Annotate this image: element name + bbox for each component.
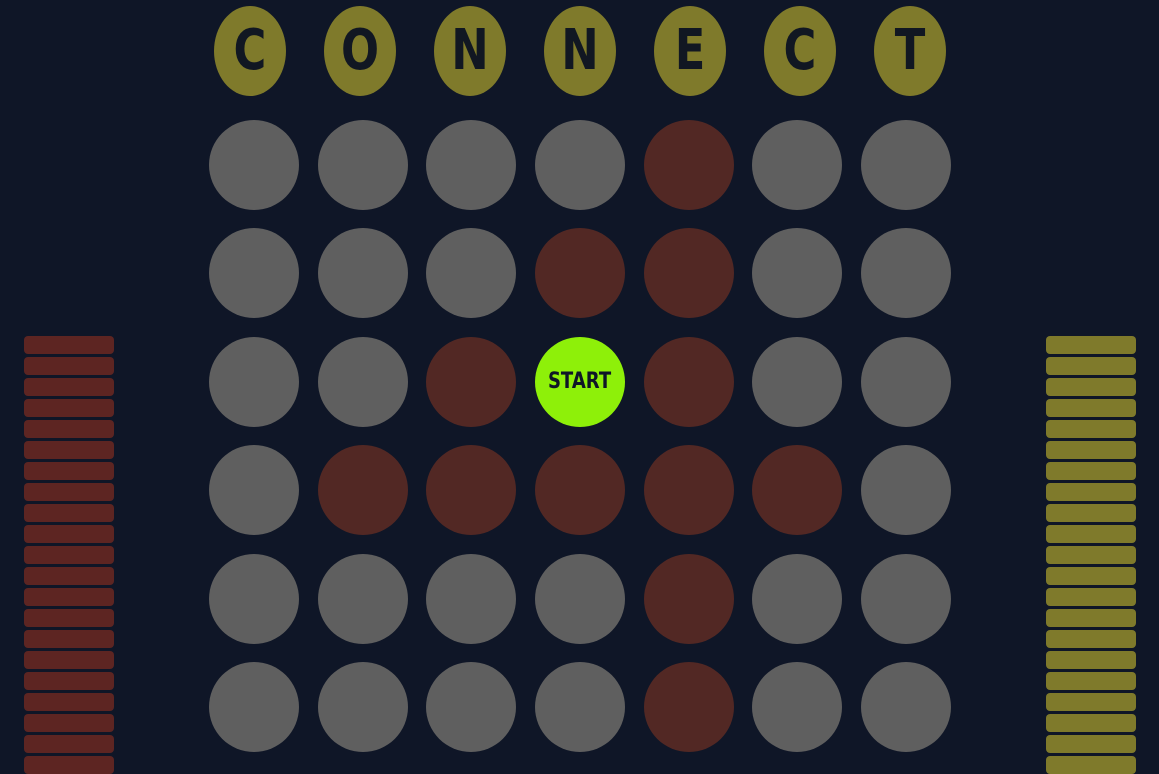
empty-cell[interactable] bbox=[317, 336, 408, 427]
red-stack-disc bbox=[24, 609, 114, 627]
empty-cell[interactable] bbox=[209, 120, 299, 210]
title-letter: O bbox=[324, 6, 396, 96]
red-disc-cell[interactable] bbox=[643, 661, 734, 752]
empty-cell[interactable] bbox=[860, 661, 951, 752]
red-stack-disc bbox=[24, 336, 114, 354]
empty-cell[interactable] bbox=[209, 661, 299, 752]
red-stack-disc bbox=[24, 651, 114, 669]
red-disc-cell[interactable] bbox=[643, 228, 734, 319]
empty-cell[interactable] bbox=[317, 553, 408, 644]
title-row: CONNECT bbox=[205, 6, 955, 96]
yellow-stack-disc bbox=[1046, 483, 1136, 501]
empty-cell[interactable] bbox=[752, 661, 843, 752]
red-disc-cell[interactable] bbox=[643, 120, 734, 210]
red-stack-disc bbox=[24, 399, 114, 417]
title-letter: N bbox=[544, 6, 616, 96]
empty-cell[interactable] bbox=[317, 120, 408, 210]
red-stack-disc bbox=[24, 735, 114, 753]
yellow-stack-disc bbox=[1046, 504, 1136, 522]
yellow-stack-disc bbox=[1046, 462, 1136, 480]
yellow-stack-disc bbox=[1046, 525, 1136, 543]
yellow-stack-disc bbox=[1046, 546, 1136, 564]
yellow-stack-disc bbox=[1046, 609, 1136, 627]
yellow-stack-disc bbox=[1046, 399, 1136, 417]
yellow-stack-disc bbox=[1046, 630, 1136, 648]
yellow-stack-disc bbox=[1046, 441, 1136, 459]
empty-cell[interactable] bbox=[426, 661, 517, 752]
red-disc-cell[interactable] bbox=[643, 445, 734, 536]
title-letter: C bbox=[214, 6, 286, 96]
red-stack-disc bbox=[24, 756, 114, 774]
red-disc-cell[interactable] bbox=[643, 553, 734, 644]
red-disc-cell[interactable] bbox=[317, 445, 408, 536]
red-stack-disc bbox=[24, 441, 114, 459]
red-disc-cell[interactable] bbox=[752, 445, 843, 536]
empty-cell[interactable] bbox=[317, 661, 408, 752]
empty-cell[interactable] bbox=[752, 120, 843, 210]
red-stack-disc bbox=[24, 504, 114, 522]
title-letter: T bbox=[874, 6, 946, 96]
yellow-stack-disc bbox=[1046, 420, 1136, 438]
red-stack-disc bbox=[24, 420, 114, 438]
red-stack-disc bbox=[24, 483, 114, 501]
empty-cell[interactable] bbox=[209, 336, 299, 427]
empty-cell[interactable] bbox=[426, 553, 517, 644]
empty-cell[interactable] bbox=[860, 553, 951, 644]
yellow-stack-disc bbox=[1046, 357, 1136, 375]
empty-cell[interactable] bbox=[534, 553, 625, 644]
yellow-stack-disc bbox=[1046, 672, 1136, 690]
empty-cell[interactable] bbox=[752, 553, 843, 644]
yellow-disc-stack bbox=[1046, 336, 1136, 774]
yellow-stack-disc bbox=[1046, 651, 1136, 669]
red-stack-disc bbox=[24, 462, 114, 480]
yellow-stack-disc bbox=[1046, 714, 1136, 732]
start-button-label: START bbox=[548, 368, 612, 394]
red-disc-cell[interactable] bbox=[426, 336, 517, 427]
yellow-stack-disc bbox=[1046, 567, 1136, 585]
empty-cell[interactable] bbox=[860, 336, 951, 427]
empty-cell[interactable] bbox=[209, 228, 299, 319]
yellow-stack-disc bbox=[1046, 378, 1136, 396]
red-stack-disc bbox=[24, 714, 114, 732]
empty-cell[interactable] bbox=[752, 228, 843, 319]
red-stack-disc bbox=[24, 630, 114, 648]
empty-cell[interactable] bbox=[860, 228, 951, 319]
red-stack-disc bbox=[24, 546, 114, 564]
empty-cell[interactable] bbox=[209, 553, 299, 644]
red-stack-disc bbox=[24, 378, 114, 396]
empty-cell[interactable] bbox=[209, 445, 299, 536]
red-stack-disc bbox=[24, 693, 114, 711]
yellow-stack-disc bbox=[1046, 588, 1136, 606]
empty-cell[interactable] bbox=[860, 445, 951, 536]
title-letter: E bbox=[654, 6, 726, 96]
empty-cell[interactable] bbox=[317, 228, 408, 319]
red-stack-disc bbox=[24, 588, 114, 606]
red-disc-cell[interactable] bbox=[426, 445, 517, 536]
red-disc-stack bbox=[24, 336, 114, 774]
start-button[interactable]: START bbox=[534, 336, 625, 427]
red-disc-cell[interactable] bbox=[643, 336, 734, 427]
red-stack-disc bbox=[24, 525, 114, 543]
empty-cell[interactable] bbox=[426, 120, 517, 210]
red-disc-cell[interactable] bbox=[534, 228, 625, 319]
red-disc-cell[interactable] bbox=[534, 445, 625, 536]
red-stack-disc bbox=[24, 672, 114, 690]
empty-cell[interactable] bbox=[534, 661, 625, 752]
title-letter: C bbox=[764, 6, 836, 96]
yellow-stack-disc bbox=[1046, 336, 1136, 354]
yellow-stack-disc bbox=[1046, 693, 1136, 711]
title-letter: N bbox=[434, 6, 506, 96]
red-stack-disc bbox=[24, 567, 114, 585]
red-stack-disc bbox=[24, 357, 114, 375]
empty-cell[interactable] bbox=[534, 120, 625, 210]
yellow-stack-disc bbox=[1046, 735, 1136, 753]
yellow-stack-disc bbox=[1046, 756, 1136, 774]
empty-cell[interactable] bbox=[426, 228, 517, 319]
empty-cell[interactable] bbox=[752, 336, 843, 427]
empty-cell[interactable] bbox=[860, 120, 951, 210]
game-board[interactable]: START bbox=[209, 120, 951, 752]
